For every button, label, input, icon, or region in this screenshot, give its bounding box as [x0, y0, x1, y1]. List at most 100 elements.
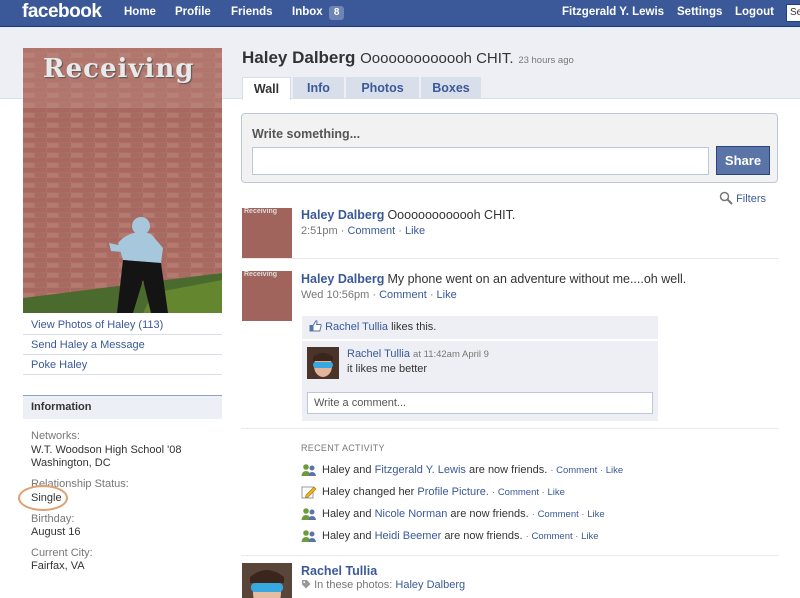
comment-author-link[interactable]: Rachel Tullia [347, 348, 410, 360]
friends-icon [301, 529, 317, 543]
nav-profile[interactable]: Profile [175, 6, 211, 18]
profile-picture-image [23, 48, 222, 313]
photo-story-author[interactable]: Rachel Tullia [301, 564, 771, 578]
activity-like-link[interactable]: Like [547, 487, 564, 498]
activity-item: Haley changed her Profile Picture. · Com… [301, 484, 565, 500]
tab-boxes[interactable]: Boxes [421, 77, 481, 99]
filters-link[interactable]: Filters [719, 191, 766, 205]
activity-pre-text: Haley and [322, 464, 372, 476]
likes-text: likes this. [391, 321, 437, 333]
activity-like-link[interactable]: Like [581, 531, 598, 542]
tab-wall[interactable]: Wall [242, 77, 291, 100]
nav-friends[interactable]: Friends [231, 6, 273, 18]
send-message-link[interactable]: Send Haley a Message [23, 335, 222, 355]
networks-value-school: W.T. Woodson High School '08 [31, 443, 182, 456]
search-input[interactable]: Se [786, 4, 800, 22]
activity-like-link[interactable]: Like [606, 465, 623, 476]
tab-info[interactable]: Info [293, 77, 344, 99]
activity-link[interactable]: Fitzgerald Y. Lewis [375, 464, 466, 476]
city-label: Current City: [31, 546, 93, 559]
activity-item: Haley and Nicole Norman are now friends.… [301, 506, 605, 522]
poke-link[interactable]: Poke Haley [23, 355, 222, 375]
activity-item: Haley and Heidi Beemer are now friends. … [301, 528, 599, 544]
networks-label: Networks: [31, 430, 80, 442]
comment-item: Rachel Tullia at 11:42am April 9 it like… [302, 341, 658, 386]
publisher-prompt: Write something... [252, 127, 361, 141]
commenter-avatar[interactable] [307, 347, 339, 379]
thumbs-up-icon [309, 320, 325, 333]
story-like-link[interactable]: Like [405, 225, 425, 237]
activity-comment-link[interactable]: Comment [556, 465, 597, 476]
story-author[interactable]: Haley Dalberg [301, 272, 384, 286]
birthday-label: Birthday: [31, 512, 75, 525]
activity-pre-text: Haley changed her [322, 486, 415, 498]
write-comment-row: Write a comment... [302, 386, 658, 421]
activity-comment-link[interactable]: Comment [498, 487, 539, 498]
birthday-value: August 16 [31, 526, 81, 538]
activity-item: Haley and Fitzgerald Y. Lewis are now fr… [301, 462, 623, 478]
profile-action-links: View Photos of Haley (113) Send Haley a … [23, 315, 222, 375]
story-comment-link[interactable]: Comment [347, 225, 395, 237]
story-author[interactable]: Haley Dalberg [301, 208, 384, 222]
tab-photos[interactable]: Photos [346, 77, 419, 99]
write-comment-input[interactable]: Write a comment... [307, 392, 653, 414]
comment-text: it likes me better [347, 363, 428, 375]
activity-link[interactable]: Nicole Norman [375, 508, 448, 520]
status-time: 23 hours ago [518, 55, 574, 66]
story-text: Ooooooooooooh CHIT. [387, 208, 516, 222]
nav-user-name[interactable]: Fitzgerald Y. Lewis [562, 6, 664, 18]
story-time: 2:51pm [301, 225, 338, 237]
comment-time: at 11:42am April 9 [413, 349, 489, 360]
profile-status: Ooooooooooooh CHIT. [360, 50, 514, 67]
magnifier-icon [719, 191, 736, 205]
share-button[interactable]: Share [716, 146, 770, 175]
story-like-link[interactable]: Like [437, 289, 457, 301]
top-navigation-bar: facebook Home Profile Friends Inbox 8 Fi… [0, 0, 800, 27]
activity-post-text: are now friends. [450, 508, 529, 520]
friends-icon [301, 507, 317, 521]
story-1: Haley Dalberg Ooooooooooooh CHIT. 2:51pm… [301, 208, 516, 237]
friends-icon [301, 463, 317, 477]
tagged-person-link[interactable]: Haley Dalberg [395, 579, 465, 591]
nav-settings[interactable]: Settings [677, 6, 722, 18]
networks-value-city: Washington, DC [31, 457, 111, 469]
photo-story-avatar[interactable] [242, 563, 292, 598]
profile-picture[interactable]: Receiving [23, 48, 222, 313]
story-time: Wed 10:56pm [301, 289, 370, 301]
publisher-input[interactable] [252, 147, 709, 175]
story-text: My phone went on an adventure without me… [387, 272, 687, 286]
profile-name[interactable]: Haley Dalberg [242, 48, 355, 67]
story-2: Haley Dalberg My phone went on an advent… [301, 272, 687, 301]
inbox-label: Inbox [292, 6, 323, 18]
profile-picture-caption: Receiving [43, 54, 195, 84]
story-avatar[interactable]: Receiving [242, 208, 292, 258]
profile-title: Haley Dalberg Ooooooooooooh CHIT. 23 hou… [242, 48, 574, 68]
tag-icon [301, 579, 311, 591]
story-comment-link[interactable]: Comment [379, 289, 427, 301]
liker-name-link[interactable]: Rachel Tullia [325, 321, 388, 333]
recent-activity-heading: RECENT ACTIVITY [301, 443, 385, 453]
activity-post-text: are now friends. [468, 464, 548, 476]
activity-comment-link[interactable]: Comment [538, 509, 579, 520]
nav-inbox[interactable]: Inbox 8 [292, 6, 345, 20]
view-photos-link[interactable]: View Photos of Haley (113) [23, 315, 222, 335]
photo-story: Rachel Tullia In these photos: Haley Dal… [301, 564, 771, 591]
activity-pre-text: Haley and [322, 530, 372, 542]
likes-row: Rachel Tullia likes this. [302, 316, 658, 340]
activity-pre-text: Haley and [322, 508, 372, 520]
activity-link[interactable]: Profile Picture. [417, 486, 489, 498]
activity-post-text: are now friends. [444, 530, 523, 542]
activity-like-link[interactable]: Like [587, 509, 604, 520]
facebook-logo[interactable]: facebook [22, 1, 102, 23]
activity-link[interactable]: Heidi Beemer [375, 530, 442, 542]
activity-comment-link[interactable]: Comment [531, 531, 572, 542]
nav-logout[interactable]: Logout [735, 6, 774, 18]
feed-divider [241, 555, 779, 556]
nav-home[interactable]: Home [124, 6, 156, 18]
city-value: Fairfax, VA [31, 560, 85, 572]
feed-divider [241, 428, 779, 429]
story-avatar[interactable]: Receiving [242, 271, 292, 321]
inbox-count-badge: 8 [328, 6, 345, 20]
wall-publisher: Write something... Share [241, 113, 778, 183]
in-photos-label: In these photos: [314, 579, 393, 591]
